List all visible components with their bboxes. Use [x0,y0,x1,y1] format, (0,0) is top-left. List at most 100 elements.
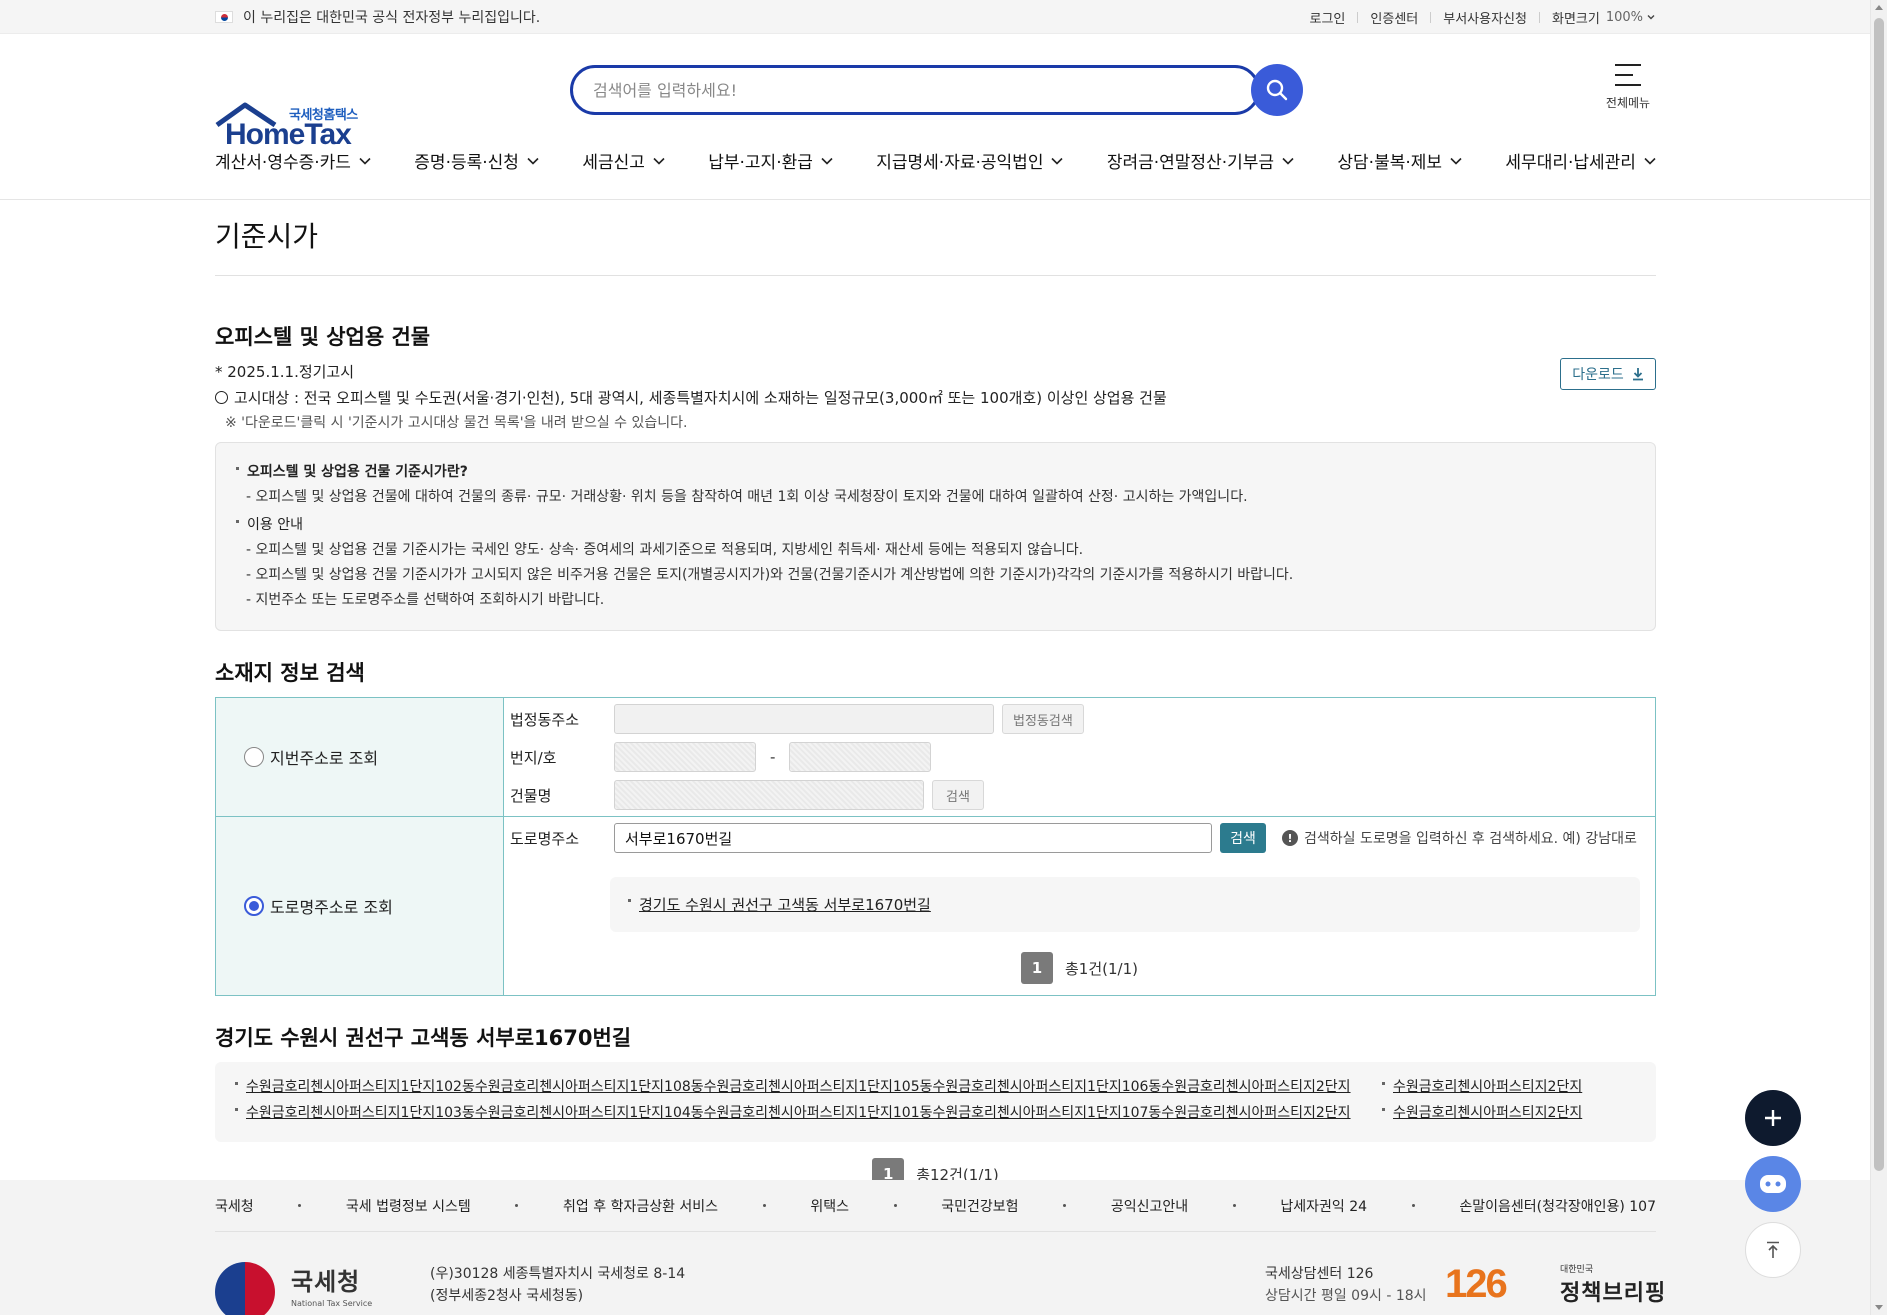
chevron-down-icon[interactable] [1646,12,1656,22]
all-menu-button[interactable]: 전체메뉴 [1600,64,1656,111]
nav-item-invoice[interactable]: 계산서·영수증·카드 [215,148,371,173]
building-link[interactable]: 수원금호리첸시아퍼스티지2단지 [1393,1105,1582,1121]
info-use-title: 이용 안내 [236,514,1635,534]
scroll-up-arrow-icon[interactable] [1875,5,1883,10]
nav-item-incentive[interactable]: 장려금·연말정산·기부금 [1107,148,1294,173]
address-line: (우)30128 세종특별자치시 국세청로 8-14 [430,1266,686,1282]
footer-link[interactable]: 손말이음센터(청각장애인용) 107 [1459,1196,1656,1216]
download-icon [1632,368,1643,381]
bunji-label: 번지/호 [510,748,557,767]
exclamation-icon: ! [1282,830,1298,846]
bunji-row: 번지/호 - [504,742,932,772]
plus-button[interactable] [1745,1090,1801,1146]
nav-item-tax-return[interactable]: 세금신고 [582,148,665,173]
nav-item-consulting[interactable]: 상담·불복·제보 [1337,148,1462,173]
nav-item-certificate[interactable]: 증명·등록·신청 [414,148,539,173]
download-button[interactable]: 다운로드 [1560,358,1656,390]
nav-label: 장려금·연말정산·기부금 [1106,153,1275,173]
nav-item-agent[interactable]: 세무대리·납세관리 [1505,148,1656,173]
scroll-down-arrow-icon[interactable] [1875,1305,1883,1310]
chevron-down-icon [527,157,539,165]
nav-label: 세금신고 [582,153,645,173]
page-number-button[interactable]: 1 [1021,952,1053,984]
road-radio-label: 도로명주소로 조회 [270,898,393,917]
building-link[interactable]: 수원금호리첸시아퍼스티지2단지 [1393,1079,1582,1095]
gov-banner: 이 누리집은 대한민국 공식 전자정부 누리집입니다. 로그인 인증센터 부서사… [0,0,1887,34]
ho-field [789,742,932,772]
footer-link[interactable]: 국민건강보험 [941,1196,1018,1216]
result-address-title: 경기도 수원시 권선구 고색동 서부로1670번길 [215,1026,632,1050]
callcenter-name: 국세상담센터 126 [1265,1266,1374,1282]
dong-field [614,704,994,734]
dept-user-link[interactable]: 부서사용자신청 [1443,8,1527,27]
screen-size-label: 화면크기 [1551,11,1600,27]
site-header: 국세청홈택스 HomeTax 전체메뉴 계산서·영수증·카드 증명·등록·신청 … [0,34,1887,200]
search-input[interactable] [573,68,1257,112]
chatbot-icon [1760,1175,1786,1193]
building-field [614,780,924,810]
road-address-input[interactable] [614,823,1212,853]
chevron-down-icon [1644,157,1656,165]
building-list-item: 수원금호리첸시아퍼스티지1단지103동수원금호리첸시아퍼스티지1단지104동수원… [235,1102,1351,1122]
location-search-table: 지번주소로 조회 법정동주소 법정동검색 번지/호 - 건물명 검색 도로명주소 [215,697,1656,996]
footer-link[interactable]: 공익신고안내 [1111,1196,1188,1216]
dong-search-button: 법정동검색 [1002,704,1084,734]
korea-flag-icon [215,11,233,23]
search-section-title: 소재지 정보 검색 [215,661,365,685]
page-title: 기준시가 [215,215,1656,276]
policy-briefing-logo[interactable]: 대한민국 정책브리핑 [1560,1262,1666,1307]
footer-links: 국세청 국세 법령정보 시스템 취업 후 학자금상환 서비스 위택스 국민건강보… [215,1180,1656,1232]
road-result-link[interactable]: 경기도 수원시 권선구 고색동 서부로1670번길 [639,894,931,915]
scroll-top-button[interactable] [1745,1222,1801,1278]
radio-checked[interactable] [244,896,264,916]
building-label: 건물명 [510,786,552,805]
plus-icon [1765,1110,1781,1126]
login-link[interactable]: 로그인 [1310,8,1346,27]
all-menu-label: 전체메뉴 [1605,96,1651,110]
hometax-logo[interactable]: 국세청홈택스 HomeTax [215,68,375,151]
road-label: 도로명주소 [510,829,580,848]
jibun-radio-option[interactable]: 지번주소로 조회 [216,698,504,817]
jibun-fields: 법정동주소 법정동검색 번지/호 - 건물명 검색 [504,698,1655,817]
building-list: 수원금호리첸시아퍼스티지1단지102동수원금호리첸시아퍼스티지1단지108동수원… [215,1062,1656,1142]
cert-center-link[interactable]: 인증센터 [1370,8,1418,27]
scrollbar[interactable] [1870,0,1887,1315]
section-title: 오피스텔 및 상업용 건물 [215,325,431,349]
divider [1357,11,1359,23]
logo-title: HomeTax [225,118,352,151]
footer-link[interactable]: 취업 후 학자금상환 서비스 [563,1196,718,1216]
info-use-item: - 오피스텔 및 상업용 건물 기준시가가 고시되지 않은 비주거용 건물은 토… [246,567,1294,583]
building-link[interactable]: 수원금호리첸시아퍼스티지1단지103동수원금호리첸시아퍼스티지1단지104동수원… [246,1105,1351,1121]
search-button[interactable] [1251,64,1303,116]
nav-label: 계산서·영수증·카드 [215,153,351,173]
road-total-count: 총1건(1/1) [1065,959,1138,978]
nav-label: 증명·등록·신청 [414,153,519,173]
brief-big: 정책브리핑 [1560,1281,1667,1306]
radio-unchecked[interactable] [244,747,264,767]
bunji-field [614,742,756,772]
nav-item-payment[interactable]: 납부·고지·환급 [708,148,833,173]
info-question: 오피스텔 및 상업용 건물 기준시가란? [236,461,1635,481]
zoom-select[interactable]: 100% [1606,10,1643,25]
road-radio-option[interactable]: 도로명주소로 조회 [216,817,504,995]
footer-link[interactable]: 국세청 [215,1196,254,1216]
dong-row: 법정동주소 법정동검색 [504,704,1084,734]
building-link[interactable]: 수원금호리첸시아퍼스티지1단지102동수원금호리첸시아퍼스티지1단지108동수원… [246,1079,1351,1095]
callcenter-hours: 상담시간 평일 09시 - 18시 [1265,1288,1427,1304]
footer-link[interactable]: 납세자권익 24 [1280,1196,1367,1216]
road-fields: 도로명주소 검색 !검색하실 도로명을 입력하신 후 검색하세요. 예) 강남대… [504,817,1655,995]
nav-item-statements[interactable]: 지급명세·자료·공익법인 [876,148,1064,173]
divider [1430,11,1432,23]
search-icon [1266,79,1288,101]
chevron-down-icon [1051,157,1064,165]
footer-link[interactable]: 국세 법령정보 시스템 [346,1196,471,1216]
road-search-button[interactable]: 검색 [1220,823,1266,853]
nts-name: 국세청 [291,1268,361,1296]
info-box: 오피스텔 및 상업용 건물 기준시가란? - 오피스텔 및 상업용 건물에 대하… [215,442,1656,631]
scrollbar-thumb[interactable] [1874,18,1884,1171]
notice-download: ※ '다운로드'클릭 시 '기준시가 고시대상 물건 목록'을 내려 받으실 수… [225,415,688,431]
nav-label: 납부·고지·환급 [708,153,813,173]
footer-link[interactable]: 위택스 [810,1196,849,1216]
circle-icon [215,391,228,404]
chatbot-button[interactable] [1745,1156,1801,1212]
